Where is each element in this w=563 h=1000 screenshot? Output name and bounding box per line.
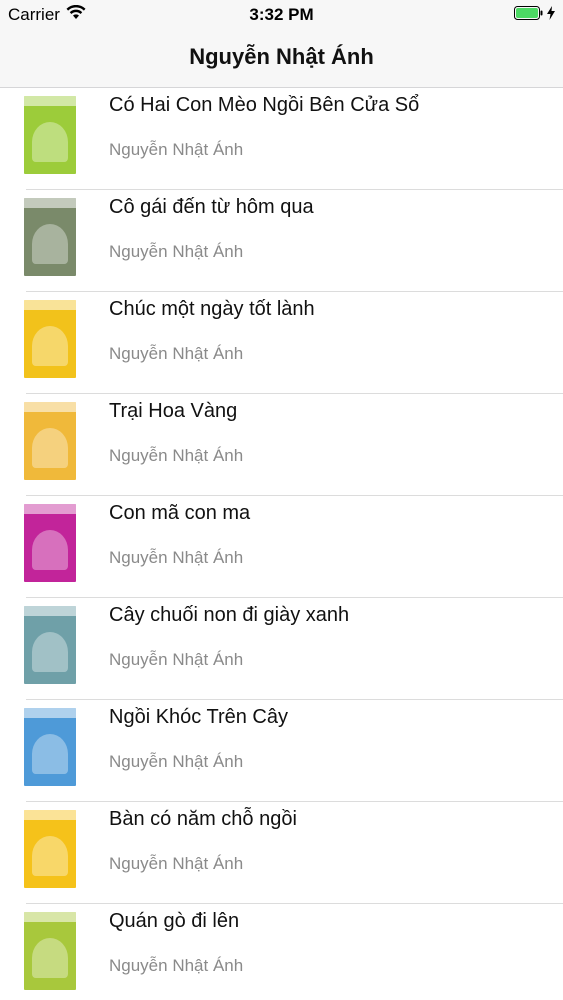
cover-art [32, 734, 68, 774]
battery-indicator [514, 6, 555, 25]
cover-band [24, 606, 76, 616]
list-item[interactable]: Chúc một ngày tốt lành Nguyễn Nhật Ánh [24, 292, 563, 394]
book-list[interactable]: Có Hai Con Mèo Ngồi Bên Cửa Sổ Nguyễn Nhậ… [0, 88, 563, 1000]
list-item[interactable]: Ngồi Khóc Trên Cây Nguyễn Nhật Ánh [24, 700, 563, 802]
book-author: Nguyễn Nhật Ánh [109, 446, 244, 465]
cover-art [32, 326, 68, 366]
book-cover-image [24, 810, 76, 888]
battery-icon [514, 6, 544, 25]
book-title: Chúc một ngày tốt lành [109, 298, 315, 320]
cover-art [32, 836, 68, 876]
book-title: Bàn có năm chỗ ngồi [109, 808, 297, 830]
cover-art [32, 530, 68, 570]
cover-band [24, 912, 76, 922]
cover-band [24, 198, 76, 208]
book-cover-image [24, 708, 76, 786]
book-author: Nguyễn Nhật Ánh [109, 650, 244, 669]
book-title: Ngồi Khóc Trên Cây [109, 706, 288, 728]
list-item[interactable]: Quán gò đi lên Nguyễn Nhật Ánh [24, 904, 563, 1000]
list-item[interactable]: Cây chuối non đi giày xanh Nguyễn Nhật Án… [24, 598, 563, 700]
cover-band [24, 708, 76, 718]
book-cover-image [24, 96, 76, 174]
book-title: Con mã con ma [109, 502, 251, 524]
cover-band [24, 402, 76, 412]
book-author: Nguyễn Nhật Ánh [109, 854, 244, 873]
cover-band [24, 96, 76, 106]
book-title: Cô gái đến từ hôm qua [109, 196, 314, 218]
book-author: Nguyễn Nhật Ánh [109, 344, 244, 363]
book-author: Nguyễn Nhật Ánh [109, 548, 244, 567]
book-title: Có Hai Con Mèo Ngồi Bên Cửa Sổ [109, 94, 420, 116]
screen: Carrier 3:32 PM Nguyễn Nhật Ánh Có Hai C… [0, 0, 563, 1000]
book-cover-image [24, 402, 76, 480]
book-cover-image [24, 912, 76, 990]
list-item[interactable]: Bàn có năm chỗ ngồi Nguyễn Nhật Ánh [24, 802, 563, 904]
book-title: Quán gò đi lên [109, 910, 240, 932]
book-cover-image [24, 606, 76, 684]
book-cover-image [24, 504, 76, 582]
list-item[interactable]: Có Hai Con Mèo Ngồi Bên Cửa Sổ Nguyễn Nhậ… [24, 88, 563, 190]
book-author: Nguyễn Nhật Ánh [109, 140, 244, 159]
cover-band [24, 504, 76, 514]
cover-art [32, 938, 68, 978]
book-author: Nguyễn Nhật Ánh [109, 242, 244, 261]
cover-art [32, 428, 68, 468]
book-cover-image [24, 300, 76, 378]
cover-art [32, 122, 68, 162]
cover-band [24, 810, 76, 820]
book-author: Nguyễn Nhật Ánh [109, 752, 244, 771]
book-title: Cây chuối non đi giày xanh [109, 604, 350, 626]
list-item[interactable]: Trại Hoa Vàng Nguyễn Nhật Ánh [24, 394, 563, 496]
cover-art [32, 224, 68, 264]
book-author: Nguyễn Nhật Ánh [109, 956, 244, 975]
page-title: Nguyễn Nhật Ánh [189, 44, 374, 69]
status-time: 3:32 PM [249, 5, 314, 24]
cover-art [32, 632, 68, 672]
book-cover-image [24, 198, 76, 276]
charging-bolt-icon [547, 6, 555, 25]
list-item[interactable]: Cô gái đến từ hôm qua Nguyễn Nhật Ánh [24, 190, 563, 292]
book-title: Trại Hoa Vàng [109, 400, 238, 422]
cover-band [24, 300, 76, 310]
navigation-bar: Nguyễn Nhật Ánh [0, 30, 563, 88]
list-item[interactable]: Con mã con ma Nguyễn Nhật Ánh [24, 496, 563, 598]
status-bar: Carrier 3:32 PM [0, 0, 563, 30]
